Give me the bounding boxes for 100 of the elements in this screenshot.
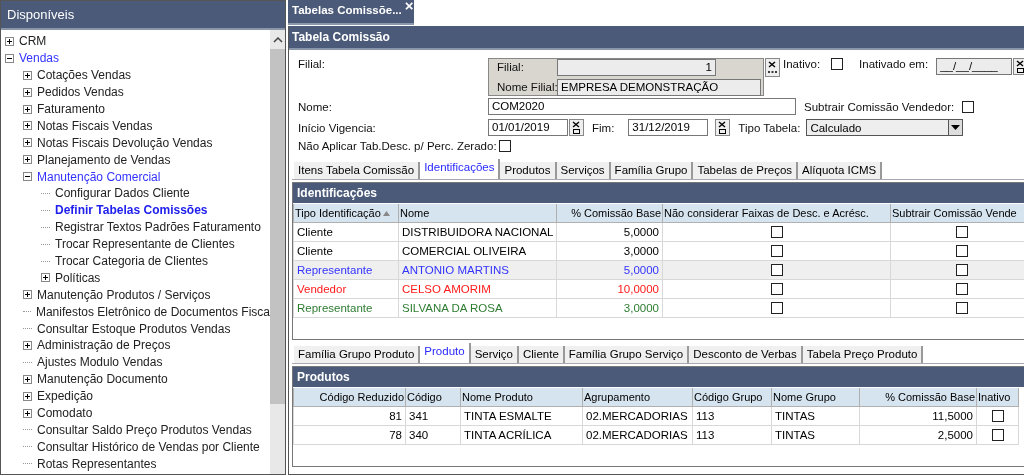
- tree-item[interactable]: Manutenção Documento: [37, 372, 168, 387]
- tab[interactable]: Tabelas de Preços: [693, 162, 799, 179]
- tree-item[interactable]: Trocar Representante de Clientes: [55, 237, 235, 252]
- tab[interactable]: Desconto de Verbas: [689, 346, 803, 363]
- filial-field[interactable]: 1: [557, 58, 716, 76]
- table-cell: TINTA ACRÍLICA: [460, 425, 583, 444]
- tree-item[interactable]: Trocar Categoria de Clientes: [55, 254, 208, 268]
- tree-item[interactable]: CRM: [19, 34, 47, 49]
- tree-item[interactable]: Consultar Estoque Produtos Vendas: [37, 321, 231, 336]
- date-clear-button[interactable]: [569, 119, 584, 136]
- column-header[interactable]: Tipo Identificação: [293, 204, 399, 222]
- tree-item[interactable]: Rotas Representantes: [37, 456, 157, 471]
- date-field[interactable]: __/__/____: [936, 58, 1013, 75]
- expand-icon[interactable]: [23, 138, 32, 148]
- expand-icon[interactable]: [23, 391, 32, 401]
- collapse-icon[interactable]: [5, 53, 14, 63]
- tab[interactable]: Alíquota ICMS: [798, 162, 883, 179]
- checkbox[interactable]: [770, 282, 783, 295]
- checkbox[interactable]: [956, 225, 968, 238]
- tree-item[interactable]: Manutenção Comercial: [37, 169, 161, 184]
- expand-icon[interactable]: [41, 273, 50, 283]
- column-header[interactable]: Código Reduzido: [293, 388, 406, 406]
- tree-item[interactable]: Comodato: [37, 406, 93, 421]
- tree-item[interactable]: Manifestos Eletrônico de Documentos Fisca: [35, 304, 270, 319]
- checkbox[interactable]: [956, 282, 968, 295]
- tree-item[interactable]: Consultar Histórico de Vendas por Cliente: [37, 439, 260, 454]
- table-cell: 3,0000: [556, 298, 663, 317]
- checkbox[interactable]: [770, 244, 783, 257]
- tree-item[interactable]: Administração de Preços: [37, 338, 171, 353]
- scrollbar-thumb[interactable]: [270, 49, 285, 404]
- date-clear-button[interactable]: [715, 119, 731, 136]
- checkbox[interactable]: [770, 301, 783, 314]
- tree-item[interactable]: Notas Fiscais Devolução Vendas: [37, 135, 213, 150]
- checkbox[interactable]: [956, 301, 968, 314]
- expand-icon[interactable]: [23, 87, 32, 97]
- tree-item[interactable]: Definir Tabelas Comissões: [55, 203, 208, 218]
- tab[interactable]: Serviço: [470, 346, 519, 363]
- tree-item[interactable]: Manutenção Produtos / Serviços: [37, 287, 211, 302]
- column-header[interactable]: % Comissão Base: [859, 388, 977, 406]
- checkbox[interactable]: [956, 263, 968, 276]
- field-label: Subtrair Comissão Vendedor:: [804, 100, 955, 113]
- expand-icon[interactable]: [23, 374, 32, 384]
- tab[interactable]: Cliente: [519, 346, 565, 363]
- date-clear-button[interactable]: [1013, 58, 1024, 75]
- column-header[interactable]: Não considerar Faixas de Desc. e Acrésc.: [662, 204, 891, 222]
- tab[interactable]: Produtos: [500, 162, 557, 179]
- checkbox[interactable]: [770, 263, 783, 276]
- tree-item[interactable]: Consultar Saldo Preço Produtos Vendas: [37, 422, 252, 437]
- tree-item[interactable]: Notas Fiscais Vendas: [37, 118, 153, 133]
- date-field[interactable]: 01/01/2019: [488, 119, 568, 136]
- tab[interactable]: Família Grupo: [610, 162, 694, 179]
- column-header[interactable]: Agrupamento: [582, 388, 693, 406]
- expand-icon[interactable]: [5, 36, 14, 46]
- tab[interactable]: Tabela Preço Produto: [802, 346, 924, 363]
- column-header[interactable]: Inativo: [976, 388, 1019, 406]
- close-icon[interactable]: ×: [404, 1, 414, 12]
- expand-icon[interactable]: [23, 70, 32, 80]
- expand-icon[interactable]: [23, 121, 32, 131]
- tree-item[interactable]: Ajustes Modulo Vendas: [37, 355, 163, 370]
- tree-item[interactable]: Pedidos Vendas: [37, 85, 124, 100]
- nome-field[interactable]: COM2020: [488, 98, 796, 115]
- scrollbar[interactable]: [270, 30, 285, 474]
- expand-icon[interactable]: [23, 290, 32, 300]
- lookup-button[interactable]: [765, 58, 780, 77]
- checkbox[interactable]: [831, 58, 844, 70]
- nome-filial-field[interactable]: EMPRESA DEMONSTRAÇÃO: [557, 78, 761, 96]
- tree-item[interactable]: Vendas: [19, 51, 60, 66]
- expand-icon[interactable]: [23, 408, 32, 418]
- tipo-tabela-dropdown[interactable]: Calculado: [806, 119, 964, 136]
- tree-item[interactable]: Planejamento de Vendas: [37, 152, 171, 167]
- collapse-icon[interactable]: [23, 172, 32, 182]
- tab[interactable]: Família Grupo Serviço: [564, 346, 690, 363]
- column-header[interactable]: % Comissão Base: [556, 204, 663, 222]
- checkbox[interactable]: [498, 140, 511, 152]
- tree-item[interactable]: Expedição: [37, 389, 94, 404]
- table-cell: 3,0000: [556, 241, 663, 260]
- column-header[interactable]: Nome Produto: [460, 388, 583, 406]
- tree-item[interactable]: Registrar Textos Padrões Faturamento: [55, 220, 261, 235]
- tree-item[interactable]: Configurar Dados Cliente: [55, 186, 190, 201]
- expand-icon[interactable]: [23, 155, 32, 165]
- column-header[interactable]: Código Grupo: [692, 388, 772, 406]
- column-header[interactable]: Nome Grupo: [771, 388, 860, 406]
- tree-item[interactable]: Políticas: [55, 270, 101, 285]
- checkbox[interactable]: [956, 244, 968, 257]
- tab[interactable]: Família Grupo Produto: [294, 346, 421, 363]
- expand-icon[interactable]: [23, 340, 32, 350]
- scroll-up-icon[interactable]: [272, 37, 283, 43]
- checkbox[interactable]: [962, 100, 975, 113]
- tab[interactable]: Itens Tabela Comissão: [294, 162, 421, 179]
- checkbox[interactable]: [991, 428, 1004, 441]
- tree-item[interactable]: Cotações Vendas: [37, 68, 132, 83]
- date-field[interactable]: 31/12/2019: [628, 119, 709, 136]
- column-header[interactable]: Nome: [398, 204, 557, 222]
- expand-icon[interactable]: [23, 104, 32, 114]
- checkbox[interactable]: [770, 225, 783, 238]
- tree-item[interactable]: Faturamento: [37, 102, 106, 116]
- checkbox[interactable]: [991, 409, 1004, 422]
- column-header[interactable]: Subtrair Comissão Vende: [890, 204, 1024, 222]
- column-header[interactable]: Código: [405, 388, 461, 406]
- tab[interactable]: Serviços: [556, 162, 611, 179]
